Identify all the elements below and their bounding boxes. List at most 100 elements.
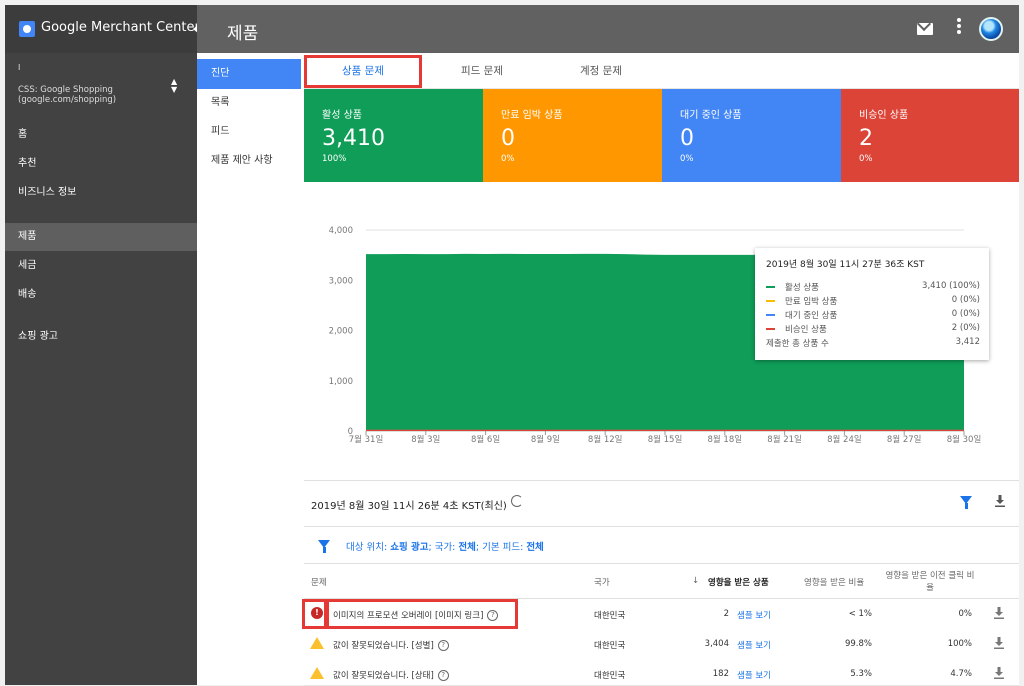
y-tick-label: 2,000	[329, 327, 353, 337]
tooltip-row: 대기 중인 상품 0 (0%)	[766, 308, 980, 322]
col-issue[interactable]: 문제	[311, 576, 327, 588]
tab-feed-issues[interactable]: 피드 문제	[424, 53, 540, 89]
mail-icon[interactable]	[917, 23, 933, 35]
click-ratio-cell: 4.7%	[950, 669, 972, 679]
top-app-bar: 제품	[197, 5, 1019, 53]
country-cell: 대한민국	[594, 671, 626, 681]
card-pending-products[interactable]: 대기 중인 상품 0 0%	[662, 89, 841, 182]
issue-tabs: 상품 문제 피드 문제 계정 문제	[304, 53, 1019, 89]
nav-item-recommendations[interactable]: 추천	[5, 150, 197, 178]
filter-summary: 대상 위치: 쇼핑 광고; 국가: 전체; 기본 피드: 전체	[346, 542, 544, 553]
more-vert-icon[interactable]	[957, 18, 961, 36]
nav-item-tax[interactable]: 세금	[5, 252, 197, 280]
x-tick-label: 8월 9일	[531, 434, 560, 445]
warning-icon	[310, 637, 324, 649]
x-tick-label: 8월 30일	[947, 434, 982, 445]
issue-label: 값이 잘못되었습니다. [성별]	[333, 641, 434, 651]
report-toolbar: 2019년 8월 30일 11시 26분 4초 KST(최신)	[304, 481, 1019, 527]
filter-icon	[318, 540, 330, 553]
country-cell: 대한민국	[594, 641, 626, 651]
card-disapproved-products[interactable]: 비승인 상품 2 0%	[841, 89, 1019, 182]
nav-item-home[interactable]: 홈	[5, 121, 197, 149]
refresh-icon[interactable]	[511, 495, 523, 507]
account-switcher[interactable]: I CSS: Google Shopping (google.com/shopp…	[18, 63, 178, 105]
legend-swatch-disapproved	[766, 328, 775, 330]
nav-item-products[interactable]: 제품	[5, 223, 197, 251]
products-chart-panel: 0 1,000 2,000 3,000 4,000 7월 31일 8월 3일 8월 6일 8월 …	[304, 182, 1019, 480]
view-sample-link[interactable]: 샘플 보기	[737, 609, 771, 621]
subnav-item-product-suggestions[interactable]: 제품 제안 사항	[197, 146, 301, 176]
tooltip-row-total: 제출한 총 상품 수 3,412	[766, 337, 980, 349]
sub-nav: 진단 목록 피드 제품 제안 사항	[197, 53, 304, 685]
col-country[interactable]: 국가	[594, 576, 610, 588]
help-icon[interactable]: ?	[437, 640, 449, 651]
legend-swatch-expiring	[766, 300, 775, 302]
country-cell: 대한민국	[594, 611, 626, 621]
issue-label: 값이 잘못되었습니다. [상태]	[333, 671, 434, 681]
filter-icon[interactable]	[960, 496, 972, 509]
issue-label: 이미지의 프로모션 오버레이 [이미지 링크]	[333, 611, 484, 621]
subnav-item-diagnostics[interactable]: 진단	[197, 59, 301, 89]
click-ratio-cell: 100%	[947, 639, 972, 649]
count-cell: 182	[712, 669, 729, 679]
nav-item-business-info[interactable]: 비즈니스 정보	[5, 179, 197, 207]
filter-bar[interactable]: 대상 위치: 쇼핑 광고; 국가: 전체; 기본 피드: 전체	[304, 527, 1019, 564]
avatar[interactable]	[979, 17, 1003, 41]
y-tick-label: 1,000	[329, 377, 353, 387]
click-ratio-cell: 0%	[958, 609, 973, 619]
nav-item-shopping-ads[interactable]: 쇼핑 광고	[5, 323, 197, 351]
view-sample-link[interactable]: 샘플 보기	[737, 639, 771, 651]
download-icon[interactable]	[994, 607, 1004, 619]
left-nav: I CSS: Google Shopping (google.com/shopp…	[5, 53, 197, 685]
ratio-cell: 5.3%	[850, 669, 872, 679]
table-row[interactable]: 값이 잘못되었습니다. [상태]? 대한민국 182 샘플 보기 5.3% 4.…	[304, 659, 1019, 686]
col-prev-click-ratio[interactable]: 영향을 받은 이전 클릭 비율	[882, 570, 978, 594]
chart-tooltip: 2019년 8월 30일 11시 27분 36조 KST 활성 상품 3,410 …	[755, 248, 989, 360]
account-subtitle: CSS: Google Shopping (google.com/shoppin…	[18, 85, 117, 105]
active-tab-indicator	[306, 86, 420, 88]
page-title: 제품	[227, 24, 259, 44]
x-tick-label: 8월 3일	[411, 434, 440, 445]
x-tick-label: 8월 21일	[767, 434, 802, 445]
table-row[interactable]: ! 이미지의 프로모션 오버레이 [이미지 링크]? 대한민국 2 샘플 보기 …	[304, 599, 1019, 630]
tooltip-row: 활성 상품 3,410 (100%)	[766, 280, 980, 294]
x-tick-label: 8월 18일	[708, 434, 743, 445]
col-affected-ratio[interactable]: 영향을 받은 비율	[804, 576, 864, 588]
tab-item-issues[interactable]: 상품 문제	[306, 53, 420, 89]
legend-swatch-pending	[766, 314, 775, 316]
x-tick-label: 8월 12일	[588, 434, 623, 445]
view-sample-link[interactable]: 샘플 보기	[737, 669, 771, 681]
merchant-center-logo-icon	[19, 21, 35, 37]
nav-item-shipping[interactable]: 배송	[5, 281, 197, 309]
tab-account-issues[interactable]: 계정 문제	[544, 53, 658, 89]
error-icon: !	[311, 607, 323, 619]
issues-table-header: 문제 국가 ↓ 영향을 받은 상품 영향을 받은 비율 영향을 받은 이전 클릭…	[304, 564, 1019, 599]
count-cell: 3,404	[704, 639, 729, 649]
sort-arrow-icon[interactable]: ↓	[692, 576, 699, 586]
brand-name: Google Merchant Center	[41, 20, 200, 35]
x-tick-label: 8월 27일	[887, 434, 922, 445]
legend-swatch-active	[766, 286, 775, 288]
col-affected[interactable]: 영향을 받은 상품	[708, 576, 769, 588]
download-icon[interactable]	[994, 667, 1004, 679]
x-tick-label: 8월 6일	[471, 434, 500, 445]
x-tick-label: 8월 24일	[827, 434, 862, 445]
x-tick-label: 8월 15일	[648, 434, 683, 445]
x-tick-label: 7월 31일	[349, 434, 384, 445]
tooltip-row: 만료 임박 상품 0 (0%)	[766, 294, 980, 308]
help-icon[interactable]: ?	[487, 610, 499, 621]
ratio-cell: < 1%	[848, 609, 872, 619]
ratio-cell: 99.8%	[844, 639, 872, 649]
subnav-item-feeds[interactable]: 피드	[197, 117, 301, 147]
card-active-products[interactable]: 활성 상품 3,410 100%	[304, 89, 483, 182]
card-expiring-products[interactable]: 만료 임박 상품 0 0%	[483, 89, 662, 182]
table-row[interactable]: 값이 잘못되었습니다. [성별]? 대한민국 3,404 샘플 보기 99.8%…	[304, 629, 1019, 660]
brand-bar: Google Merchant Center	[5, 5, 200, 53]
help-icon[interactable]: ?	[437, 670, 449, 681]
download-icon[interactable]	[994, 637, 1004, 649]
account-name: I	[18, 63, 21, 72]
count-cell: 2	[723, 609, 729, 619]
download-icon[interactable]	[995, 495, 1005, 507]
unfold-icon[interactable]: ▲ ▼	[171, 78, 179, 94]
subnav-item-list[interactable]: 목록	[197, 88, 301, 118]
